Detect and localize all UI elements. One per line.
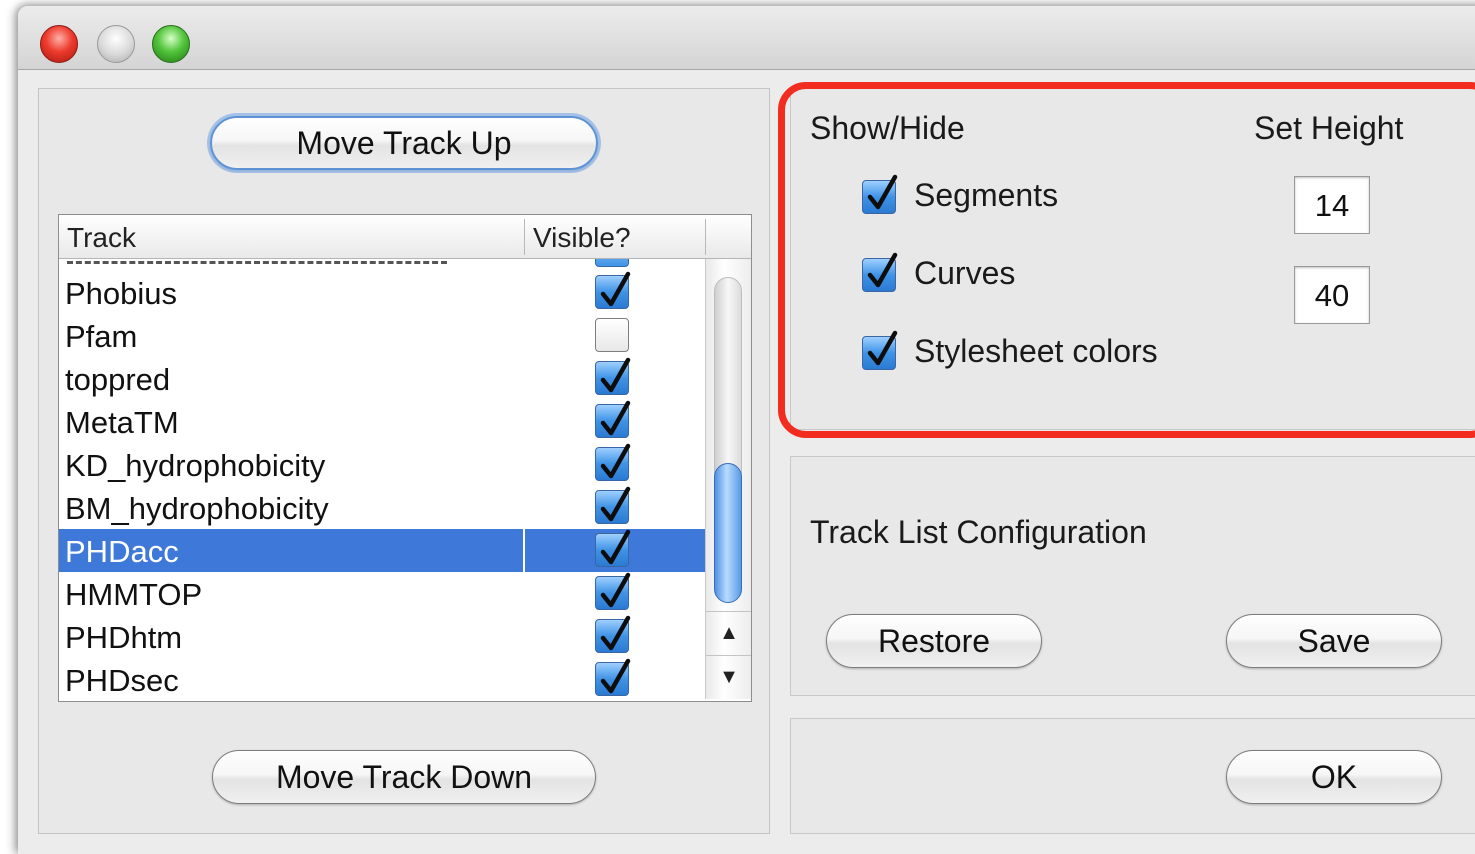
curves-checkbox[interactable]: [862, 252, 898, 292]
checkmark-icon: [600, 357, 631, 393]
visible-checkbox[interactable]: [595, 318, 629, 352]
scroll-up-button[interactable]: ▲: [706, 611, 751, 655]
checkmark-icon: [600, 529, 631, 565]
track-name: HMMTOP: [65, 577, 203, 612]
table-rows: Phobius Pfam toppred MetaTM KD_hydrophobicit…: [59, 259, 705, 701]
visible-checkbox[interactable]: [595, 615, 631, 653]
curves-height-field[interactable]: 40: [1294, 266, 1370, 324]
ok-button[interactable]: OK: [1226, 750, 1442, 804]
table-row[interactable]: KD_hydrophobicity: [59, 443, 705, 486]
checkmark-icon: [600, 572, 631, 608]
scroll-up-icon: ▲: [719, 622, 739, 644]
stylesheet-colors-label[interactable]: Stylesheet colors: [914, 333, 1158, 370]
checkmark-icon: [867, 330, 898, 366]
column-header-visible[interactable]: Visible?: [525, 215, 705, 259]
minimize-button[interactable]: [97, 25, 135, 63]
column-divider: [705, 219, 706, 255]
visible-checkbox[interactable]: [595, 529, 631, 567]
table-row[interactable]: HMMTOP: [59, 572, 705, 615]
restore-button[interactable]: Restore: [826, 614, 1042, 668]
vertical-scrollbar[interactable]: ▲ ▼: [705, 259, 751, 699]
track-name: KD_hydrophobicity: [65, 448, 326, 483]
track-name: MetaTM: [65, 405, 179, 440]
track-list-config-title: Track List Configuration: [810, 514, 1147, 550]
visible-checkbox[interactable]: [595, 658, 631, 696]
zoom-button[interactable]: [152, 25, 190, 63]
segments-height-field[interactable]: 14: [1294, 176, 1370, 234]
scrollbar-thumb[interactable]: [714, 463, 742, 603]
track-name: PHDacc: [65, 534, 179, 569]
visible-checkbox[interactable]: [595, 357, 631, 395]
visible-checkbox[interactable]: [595, 400, 631, 438]
track-name: PHDhtm: [65, 620, 183, 655]
checkmark-icon: [600, 271, 631, 307]
table-header: Track Visible?: [59, 215, 751, 259]
table-row[interactable]: Phobius: [59, 271, 705, 314]
save-button[interactable]: Save: [1226, 614, 1442, 668]
track-name: BM_hydrophobicity: [65, 491, 329, 526]
visible-checkbox[interactable]: [595, 443, 631, 481]
table-row[interactable]: BM_hydrophobicity: [59, 486, 705, 529]
segments-checkbox[interactable]: [862, 174, 898, 214]
table-row[interactable]: PHDhtm: [59, 615, 705, 658]
table-row[interactable]: PHDacc: [59, 529, 705, 572]
column-header-track[interactable]: Track: [59, 215, 523, 259]
table-row[interactable]: PHDsec: [59, 658, 705, 701]
stylesheet-colors-checkbox[interactable]: [862, 330, 898, 370]
track-name: Pfam: [65, 319, 138, 354]
show-hide-label: Show/Hide: [810, 110, 965, 146]
checkmark-icon: [600, 615, 631, 651]
table-row[interactable]: Pfam: [59, 314, 705, 357]
scroll-down-button[interactable]: ▼: [706, 655, 751, 699]
title-bar[interactable]: [18, 6, 1475, 70]
checkmark-icon: [600, 658, 631, 694]
scroll-down-icon: ▼: [719, 666, 739, 688]
close-button[interactable]: [40, 25, 78, 63]
checkmark-icon: [600, 443, 631, 479]
track-name: PHDsec: [65, 663, 179, 698]
table-row[interactable]: MetaTM: [59, 400, 705, 443]
set-height-label: Set Height: [1254, 110, 1404, 146]
track-name: toppred: [65, 362, 171, 397]
track-name: Phobius: [65, 276, 178, 311]
visible-checkbox[interactable]: [595, 486, 631, 524]
table-row[interactable]: toppred: [59, 357, 705, 400]
visible-checkbox[interactable]: [595, 271, 631, 309]
segments-label[interactable]: Segments: [914, 177, 1058, 214]
checkmark-icon: [600, 400, 631, 436]
checkmark-icon: [600, 486, 631, 522]
move-track-up-button[interactable]: Move Track Up: [210, 116, 598, 170]
checkmark-icon: [867, 252, 898, 288]
track-table: Track Visible? Phobius Pfam toppred MetaTM K…: [58, 214, 752, 702]
checkmark-icon: [867, 174, 898, 210]
move-track-down-button[interactable]: Move Track Down: [212, 750, 596, 804]
visible-checkbox[interactable]: [595, 572, 631, 610]
column-divider: [523, 529, 525, 572]
curves-label[interactable]: Curves: [914, 255, 1015, 292]
